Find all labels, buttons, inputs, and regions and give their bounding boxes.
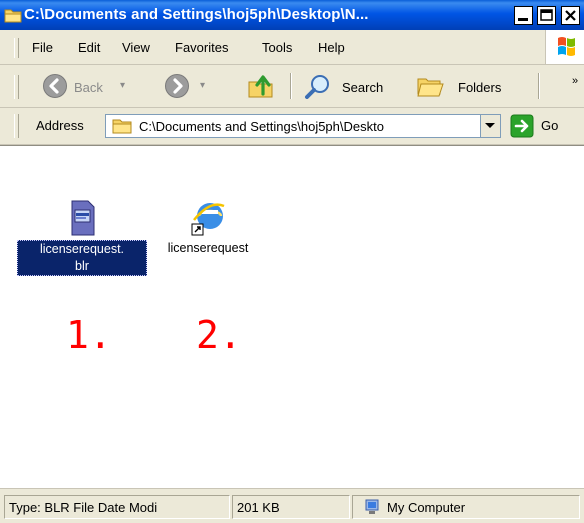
back-button[interactable]: Back ▾ (36, 71, 154, 101)
status-type-info: Type: BLR File Date Modi (4, 495, 230, 519)
back-label: Back (74, 80, 103, 95)
internet-shortcut-icon (191, 203, 225, 236)
back-dropdown-icon[interactable]: ▾ (120, 80, 125, 91)
annotation-label-2: 2. (196, 313, 242, 357)
blr-file-icon (71, 200, 95, 236)
forward-arrow-icon (165, 74, 189, 98)
status-location: My Computer (352, 495, 580, 519)
file-name-selected: licenserequest. blr (17, 240, 147, 276)
menu-grip[interactable] (14, 38, 19, 58)
standard-toolbar: Back ▾ ▾ Search Folders » (0, 65, 584, 108)
folder-icon (112, 117, 132, 138)
forward-button[interactable]: ▾ (162, 71, 210, 101)
menu-bar: File Edit View Favorites Tools Help (0, 30, 584, 65)
file-item[interactable]: licenserequest (148, 198, 268, 257)
close-button[interactable] (561, 6, 580, 25)
address-dropdown-button[interactable] (480, 115, 500, 137)
address-value: C:\Documents and Settings\hoj5ph\Deskto (139, 119, 384, 134)
address-bar: Address C:\Documents and Settings\hoj5ph… (0, 108, 584, 145)
file-list-pane[interactable]: licenserequest. blr licenserequest 1. 2. (0, 145, 584, 488)
menu-favorites[interactable]: Favorites (175, 40, 228, 55)
menu-help[interactable]: Help (318, 40, 345, 55)
menu-tools[interactable]: Tools (262, 40, 292, 55)
go-button[interactable] (510, 114, 534, 138)
toolbar-overflow-chevron-icon[interactable]: » (572, 75, 578, 87)
file-name-line1: licenserequest. (39, 242, 125, 256)
status-size: 201 KB (232, 495, 350, 519)
toolbar-separator (538, 73, 540, 99)
address-label: Address (36, 118, 84, 133)
folders-icon (417, 78, 444, 97)
file-item[interactable]: licenserequest. blr (16, 198, 148, 276)
menu-edit[interactable]: Edit (78, 40, 100, 55)
go-label[interactable]: Go (541, 118, 558, 133)
minimize-button[interactable] (514, 6, 533, 25)
window-title: C:\Documents and Settings\hoj5ph\Desktop… (24, 6, 369, 23)
close-icon (565, 10, 576, 21)
windows-logo-icon (545, 30, 584, 64)
minimize-icon (518, 18, 528, 21)
my-computer-icon (365, 499, 379, 514)
search-label: Search (342, 80, 384, 95)
folder-icon (4, 7, 22, 26)
search-button[interactable]: Search (300, 71, 396, 101)
status-location-label: My Computer (387, 500, 466, 515)
up-folder-icon (248, 75, 273, 98)
address-grip[interactable] (14, 114, 19, 138)
menu-view[interactable]: View (122, 40, 150, 55)
back-arrow-icon (43, 74, 67, 98)
file-name-line2: blr (75, 259, 89, 273)
forward-dropdown-icon[interactable]: ▾ (200, 80, 205, 91)
maximize-button[interactable] (537, 6, 556, 25)
menu-file[interactable]: File (32, 40, 53, 55)
file-name: licenserequest (167, 241, 249, 255)
search-magnifier-icon (305, 75, 329, 99)
title-bar[interactable]: C:\Documents and Settings\hoj5ph\Desktop… (0, 0, 584, 30)
go-arrow-icon (510, 114, 534, 138)
status-bar: Type: BLR File Date Modi 201 KB My Compu… (0, 488, 584, 523)
annotation-label-1: 1. (66, 313, 112, 357)
chevron-down-icon (485, 123, 495, 128)
up-folder-button[interactable] (244, 71, 278, 101)
folders-button[interactable]: Folders (410, 71, 520, 101)
toolbar-grip[interactable] (14, 75, 19, 99)
address-input[interactable]: C:\Documents and Settings\hoj5ph\Deskto (105, 114, 501, 138)
explorer-window: C:\Documents and Settings\hoj5ph\Desktop… (0, 0, 584, 523)
maximize-icon (540, 9, 553, 21)
folders-label: Folders (458, 80, 502, 95)
toolbar-separator (290, 73, 292, 99)
